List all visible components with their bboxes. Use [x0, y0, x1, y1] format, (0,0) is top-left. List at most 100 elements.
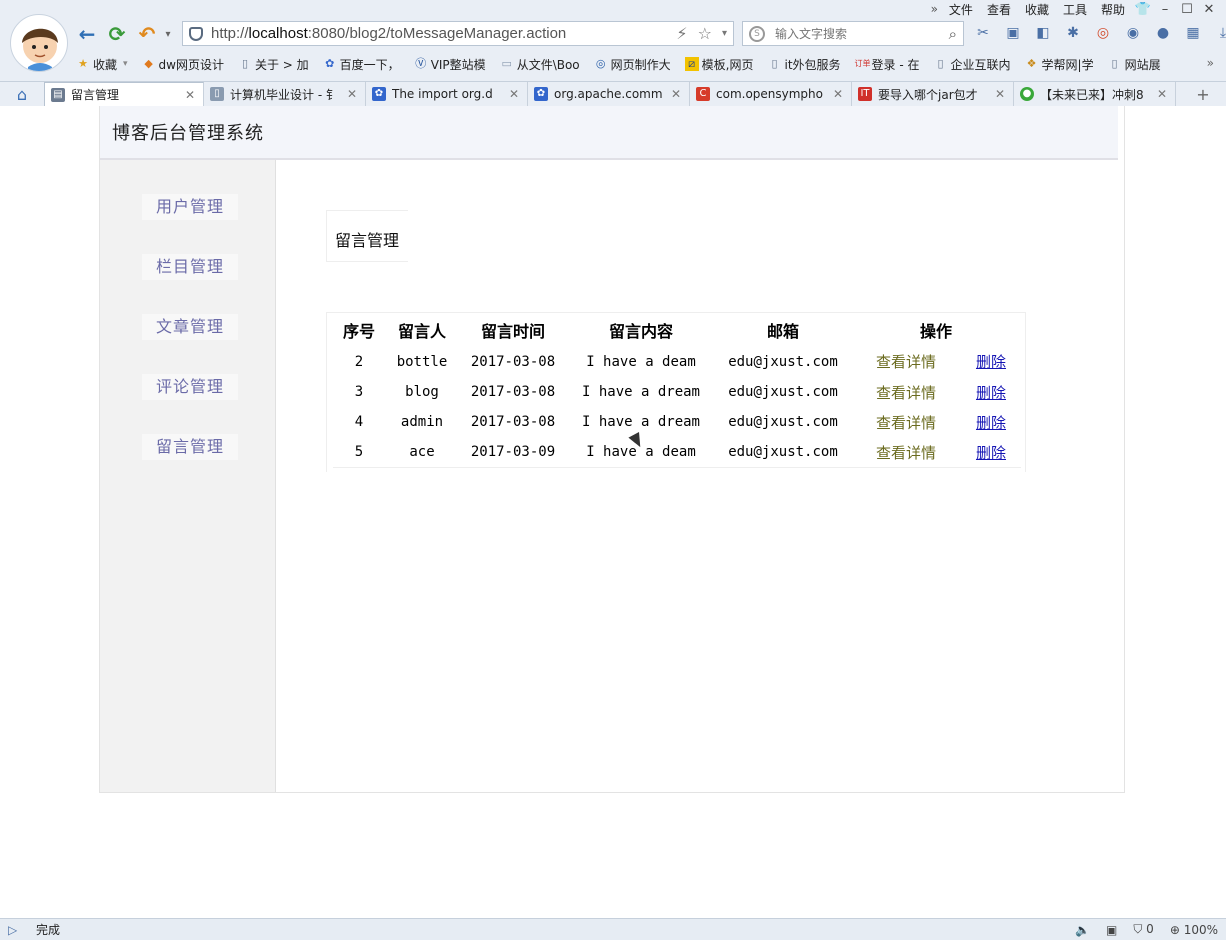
star-favorite-icon[interactable]: ☆ [698, 24, 712, 44]
tab-item[interactable]: C com.opensympho ✕ [690, 82, 852, 106]
zoom-level[interactable]: ⊕ 100% [1170, 923, 1218, 937]
tab-item[interactable]: ● 【未来已来】冲刺8 ✕ [1014, 82, 1176, 106]
template-icon: ⧄ [684, 57, 699, 71]
close-tab-icon[interactable]: ✕ [669, 87, 683, 101]
download-icon[interactable]: ⤓ [1212, 23, 1226, 43]
tab-item[interactable]: ✿ org.apache.comm ✕ [528, 82, 690, 106]
tab-item[interactable]: ▯ 计算机毕业设计 - 钅 ✕ [204, 82, 366, 106]
bookmark-item[interactable]: 订单 登录 - 在 [855, 56, 920, 73]
bookmark-tool-icon[interactable]: ◧ [1032, 23, 1054, 43]
game-icon[interactable]: ◎ [1092, 23, 1114, 43]
close-tab-icon[interactable]: ✕ [507, 87, 521, 101]
minimize-icon[interactable]: – [1154, 2, 1176, 17]
search-input[interactable] [775, 26, 925, 41]
undo-dropdown-icon[interactable]: ▾ [162, 21, 174, 47]
bookmark-item[interactable]: ▯ it外包服务 [768, 56, 840, 73]
col-header-content: 留言内容 [608, 322, 673, 341]
sidebar-item-comments[interactable]: 评论管理 [142, 374, 238, 400]
speaker-icon[interactable]: 🔈 [1075, 923, 1090, 937]
delete-link[interactable]: 删除 [976, 353, 1006, 371]
page-icon: ▯ [771, 57, 778, 70]
briefcase-icon[interactable]: ▣ [1106, 923, 1117, 937]
sidebar-item-users[interactable]: 用户管理 [142, 194, 238, 220]
sidebar-item-columns[interactable]: 栏目管理 [142, 254, 238, 280]
circle-dots-icon[interactable]: ● [1152, 23, 1174, 43]
skin-icon[interactable]: 👕 [1132, 2, 1154, 17]
puzzle-icon[interactable]: ✱ [1062, 23, 1084, 43]
globe-icon: ◎ [595, 57, 606, 70]
bookmark-item[interactable]: ★ 收藏 ▾ [76, 56, 127, 73]
bookmark-item[interactable]: ▯ 关于 > 加 [238, 56, 309, 73]
bookmark-item[interactable]: ▭ 从文件\Boo [500, 56, 579, 73]
delete-link[interactable]: 删除 [976, 384, 1006, 402]
cell-author: blog [405, 384, 439, 400]
view-detail-button[interactable]: 查看详情 [851, 407, 961, 437]
menu-overflow-icon[interactable]: » [927, 2, 942, 16]
close-tab-icon[interactable]: ✕ [183, 88, 197, 102]
page-icon: ▤ [51, 87, 65, 102]
delete-link[interactable]: 删除 [976, 414, 1006, 432]
menu-view[interactable]: 查看 [980, 1, 1018, 18]
cell-date: 2017-03-08 [470, 353, 556, 370]
bookmark-item[interactable]: ◎ 网页制作大 [594, 56, 671, 73]
sidebar-item-messages[interactable]: 留言管理 [142, 434, 238, 460]
close-tab-icon[interactable]: ✕ [345, 87, 359, 101]
bookmark-item[interactable]: ❖ 学帮网|学 [1025, 56, 1094, 73]
bookmark-item[interactable]: ▯ 网站展 [1108, 56, 1161, 73]
close-tab-icon[interactable]: ✕ [831, 87, 845, 101]
baidu-paw-icon: ✿ [325, 57, 335, 70]
message-table-container: 序号 留言人 留言时间 留言内容 邮箱 操作 2 bottle 2017-03- [326, 312, 1026, 472]
close-window-icon[interactable]: ✕ [1198, 2, 1220, 17]
delete-link[interactable]: 删除 [976, 444, 1006, 462]
shield-icon [189, 26, 203, 41]
view-detail-button[interactable]: 查看详情 [851, 437, 961, 468]
screenshot-icon[interactable]: ▣ [1002, 23, 1024, 43]
user-avatar[interactable] [10, 14, 68, 72]
undo-icon[interactable]: ↶ [132, 21, 162, 47]
section-header: 留言管理 [326, 210, 408, 262]
sidebar: 用户管理 栏目管理 文章管理 评论管理 留言管理 [100, 160, 276, 792]
sidebar-item-articles[interactable]: 文章管理 [142, 314, 238, 340]
view-detail-button[interactable]: 查看详情 [851, 347, 961, 377]
bookmark-item[interactable]: ▯ 企业互联内 [934, 56, 1010, 73]
bookmark-item[interactable]: ✿ 百度一下， [323, 56, 400, 73]
avatar-face-icon [22, 28, 58, 71]
menu-help[interactable]: 帮助 [1094, 1, 1132, 18]
col-header-author: 留言人 [397, 322, 446, 341]
cell-date: 2017-03-08 [470, 384, 556, 400]
search-box[interactable]: S ⌕ [742, 21, 964, 46]
admin-app: 博客后台管理系统 用户管理 栏目管理 文章管理 评论管理 留言管理 留言管理 序… [99, 106, 1125, 793]
menu-favorites[interactable]: 收藏 [1018, 1, 1056, 18]
close-tab-icon[interactable]: ✕ [993, 87, 1007, 101]
find-icon[interactable]: ◉ [1122, 23, 1144, 43]
security-shield[interactable]: ⛉ 0 [1133, 922, 1153, 937]
play-icon[interactable]: ▷ [8, 923, 24, 937]
refresh-icon[interactable]: ⟳ [102, 21, 132, 47]
address-dropdown-icon[interactable]: ▾ [722, 24, 727, 44]
menu-file[interactable]: 文件 [942, 1, 980, 18]
search-engine-icon[interactable]: S [749, 25, 765, 42]
close-tab-icon[interactable]: ✕ [1155, 87, 1169, 101]
tab-item[interactable]: ✿ The import org.d ✕ [366, 82, 528, 106]
tab-item[interactable]: IT 要导入哪个jar包才 ✕ [852, 82, 1014, 106]
address-url[interactable]: http://localhost:8080/blog2/toMessageMan… [211, 25, 566, 42]
search-icon[interactable]: ⌕ [949, 25, 957, 43]
bookmarks-overflow-icon[interactable]: » [1207, 56, 1214, 70]
bookmark-item[interactable]: Ⓥ VIP整站模 [414, 56, 486, 73]
baidu-paw-icon: ✿ [372, 87, 386, 101]
col-header-id: 序号 [342, 322, 375, 341]
bookmark-item[interactable]: ◆ dw网页设计 [142, 56, 224, 73]
new-tab-icon[interactable]: + [1188, 82, 1218, 106]
bookmarks-bar: ★ 收藏 ▾ ◆ dw网页设计 ▯ 关于 > 加 ✿ 百度一下， Ⓥ VIP整站模 ▭ 从文件… [76, 54, 1175, 74]
view-detail-button[interactable]: 查看详情 [851, 377, 961, 407]
grid-icon[interactable]: ▦ [1182, 23, 1204, 43]
menu-tools[interactable]: 工具 [1056, 1, 1094, 18]
tab-message-manager[interactable]: ▤ 留言管理 ✕ [44, 82, 204, 106]
address-bar[interactable]: http://localhost:8080/blog2/toMessageMan… [182, 21, 734, 46]
home-icon[interactable]: ⌂ [0, 82, 44, 106]
maximize-icon[interactable]: ☐ [1176, 2, 1198, 17]
bookmark-item[interactable]: ⧄ 模板,网页 [684, 56, 754, 73]
back-arrow-icon[interactable]: ← [72, 21, 102, 47]
scissors-icon[interactable]: ✂ [972, 23, 994, 43]
lightning-icon[interactable]: ⚡ [676, 24, 687, 44]
